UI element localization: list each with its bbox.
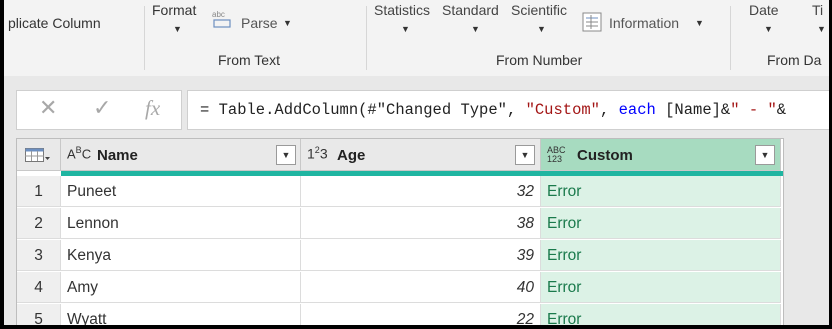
- ribbon-separator: [144, 6, 145, 70]
- statistics-button[interactable]: Statistics: [374, 2, 430, 18]
- name-cell[interactable]: Amy: [61, 272, 301, 303]
- data-grid: ABC Name ▼ 123 Age ▼ ABC 123 Custom ▼ 1 P…: [16, 138, 784, 325]
- ribbon-separator: [366, 6, 367, 70]
- formula-input[interactable]: = Table.AddColumn(#"Changed Type", "Cust…: [187, 90, 829, 130]
- table-row: 1 Puneet 32 Error: [17, 176, 783, 207]
- chevron-down-icon[interactable]: ▼: [537, 24, 546, 34]
- row-number[interactable]: 2: [17, 208, 61, 239]
- chevron-down-icon[interactable]: ▼: [276, 145, 296, 165]
- column-header-label: Age: [337, 147, 366, 164]
- age-cell[interactable]: 32: [301, 176, 541, 207]
- number-type-icon[interactable]: 123: [307, 145, 328, 162]
- table-row: 4 Amy 40 Error: [17, 272, 783, 303]
- name-cell[interactable]: Puneet: [61, 176, 301, 207]
- svg-text:abc: abc: [212, 10, 225, 19]
- parse-icon: abc: [212, 9, 234, 29]
- age-cell[interactable]: 40: [301, 272, 541, 303]
- from-date-group-label: From Da: [767, 52, 822, 68]
- formula-text: = Table.AddColumn(#"Changed Type",: [200, 101, 526, 119]
- information-icon: [582, 12, 602, 32]
- row-number[interactable]: 3: [17, 240, 61, 271]
- information-button[interactable]: Information: [609, 15, 679, 31]
- text-type-icon[interactable]: ABC: [67, 145, 91, 161]
- time-button[interactable]: Ti: [812, 2, 823, 18]
- column-header-label: Custom: [577, 147, 633, 164]
- table-row: 2 Lennon 38 Error: [17, 208, 783, 239]
- any-type-icon[interactable]: ABC 123: [547, 146, 566, 164]
- formula-bar: ✕ ✓ fx = Table.AddColumn(#"Changed Type"…: [4, 76, 829, 138]
- formula-string: "Custom": [525, 101, 600, 119]
- column-header-custom[interactable]: ABC 123 Custom ▼: [541, 139, 781, 171]
- row-number[interactable]: 4: [17, 272, 61, 303]
- name-cell[interactable]: Wyatt: [61, 304, 301, 325]
- formula-keyword: each: [618, 101, 656, 119]
- age-cell[interactable]: 22: [301, 304, 541, 325]
- chevron-down-icon[interactable]: ▼: [764, 24, 773, 34]
- ribbon-separator: [730, 6, 731, 70]
- formula-text: [Name]&: [655, 101, 731, 119]
- format-button[interactable]: Format: [152, 2, 196, 18]
- from-number-group-label: From Number: [496, 52, 583, 68]
- power-query-editor: plicate Column Format ▼ abc Parse ▼ From…: [4, 0, 829, 325]
- duplicate-column-button[interactable]: plicate Column: [8, 15, 101, 31]
- table-row: 5 Wyatt 22 Error: [17, 304, 783, 325]
- column-header-age[interactable]: 123 Age ▼: [301, 139, 541, 171]
- custom-error-cell[interactable]: Error: [541, 240, 781, 271]
- table-icon: [25, 148, 50, 162]
- custom-error-cell[interactable]: Error: [541, 176, 781, 207]
- age-cell[interactable]: 39: [301, 240, 541, 271]
- chevron-down-icon[interactable]: ▼: [283, 18, 292, 28]
- standard-button[interactable]: Standard: [442, 2, 499, 18]
- parse-button[interactable]: Parse: [241, 15, 278, 31]
- chevron-down-icon[interactable]: ▼: [515, 145, 535, 165]
- from-text-group-label: From Text: [218, 52, 280, 68]
- scientific-button[interactable]: Scientific: [511, 2, 567, 18]
- name-cell[interactable]: Lennon: [61, 208, 301, 239]
- custom-error-cell[interactable]: Error: [541, 304, 781, 325]
- table-menu-corner[interactable]: [17, 139, 61, 171]
- table-row: 3 Kenya 39 Error: [17, 240, 783, 271]
- formula-text: ,: [599, 101, 619, 119]
- chevron-down-icon[interactable]: ▼: [401, 24, 410, 34]
- close-icon[interactable]: ✕: [39, 95, 57, 121]
- formula-string: " - ": [730, 101, 777, 119]
- chevron-down-icon[interactable]: ▼: [173, 24, 182, 34]
- column-header-label: Name: [97, 147, 138, 164]
- date-button[interactable]: Date: [749, 2, 779, 18]
- fx-icon[interactable]: fx: [145, 96, 160, 121]
- custom-error-cell[interactable]: Error: [541, 208, 781, 239]
- row-number[interactable]: 5: [17, 304, 61, 325]
- formula-text: &: [776, 101, 787, 119]
- check-icon[interactable]: ✓: [93, 95, 111, 121]
- chevron-down-icon[interactable]: ▼: [695, 18, 704, 28]
- row-number[interactable]: 1: [17, 176, 61, 207]
- column-header-name[interactable]: ABC Name ▼: [61, 139, 301, 171]
- custom-error-cell[interactable]: Error: [541, 272, 781, 303]
- chevron-down-icon[interactable]: ▼: [817, 24, 826, 34]
- name-cell[interactable]: Kenya: [61, 240, 301, 271]
- chevron-down-icon[interactable]: ▼: [755, 145, 775, 165]
- formula-buttons: ✕ ✓ fx: [16, 90, 182, 130]
- ribbon: plicate Column Format ▼ abc Parse ▼ From…: [4, 0, 829, 77]
- chevron-down-icon[interactable]: ▼: [471, 24, 480, 34]
- age-cell[interactable]: 38: [301, 208, 541, 239]
